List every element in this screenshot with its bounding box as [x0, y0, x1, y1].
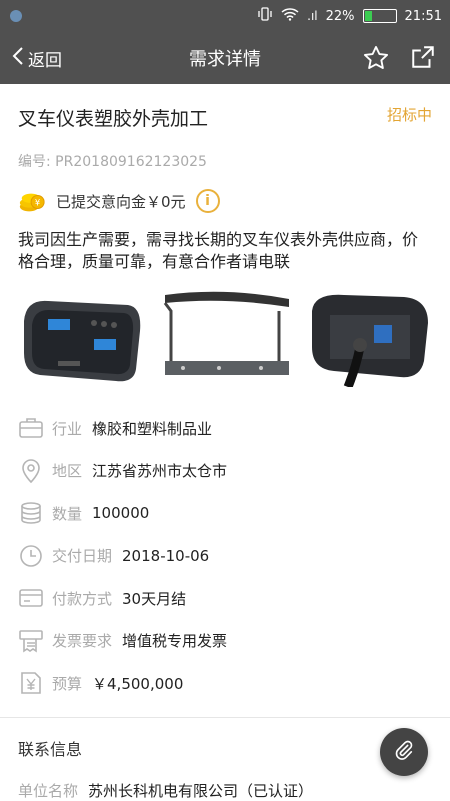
detail-label: 地区 [52, 462, 83, 481]
invoice-icon [18, 628, 44, 654]
description: 我司因生产需要，需寻找长期的叉车仪表外壳供应商，价格合理，质量可靠，有意合作者请… [18, 230, 419, 271]
status-right: .ıl 22% 21:51 [257, 6, 442, 26]
photo-gallery [18, 291, 432, 387]
code-label: 编号: [18, 154, 51, 170]
status-bar: .ıl 22% 21:51 [0, 0, 450, 32]
detail-value: 100000 [92, 504, 150, 523]
detail-value: 橡胶和塑料制品业 [92, 419, 213, 438]
code-line: 编号: PR201809162123025 [18, 151, 432, 171]
requirement-title: 叉车仪表塑胶外壳加工 [18, 108, 209, 130]
battery-percent: 22% [325, 8, 355, 24]
database-icon [18, 500, 44, 526]
title-row: 叉车仪表塑胶外壳加工 招标中 [18, 84, 432, 131]
clock-icon [18, 543, 44, 569]
detail-value: 增值税专用发票 [122, 632, 228, 651]
detail-label: 付款方式 [52, 589, 113, 608]
main-content: 叉车仪表塑胶外壳加工 招标中 编号: PR201809162123025 ¥ 已… [0, 84, 450, 705]
status-badge: 招标中 [386, 106, 432, 124]
detail-label: 行业 [52, 419, 83, 438]
info-icon[interactable]: i [195, 189, 220, 213]
detail-value: 江苏省苏州市太仓市 [92, 462, 228, 481]
star-icon[interactable] [362, 44, 390, 72]
back-label: 返回 [28, 50, 62, 71]
coin-icon: ¥ [18, 189, 46, 213]
code-value: PR201809162123025 [55, 154, 207, 170]
company-value: 苏州长科机电有限公司（已认证） [88, 781, 314, 800]
nav-actions [362, 44, 450, 72]
detail-row-industry: 行业 橡胶和塑料制品业 [18, 407, 432, 450]
detail-value: 2018-10-06 [122, 546, 210, 565]
product-photo-2[interactable] [161, 291, 289, 387]
detail-label: 数量 [52, 504, 83, 523]
svg-text:¥: ¥ [35, 198, 40, 208]
detail-row-invoice: 发票要求 增值税专用发票 [18, 620, 432, 663]
back-button[interactable]: 返回 [0, 46, 62, 71]
deposit-text: 已提交意向金￥0元 [56, 192, 186, 211]
share-icon[interactable] [410, 44, 436, 72]
product-photo-3[interactable] [304, 291, 432, 387]
detail-row-region: 地区 江苏省苏州市太仓市 [18, 450, 432, 493]
detail-label: 预算 [52, 674, 83, 693]
detail-row-payment: 付款方式 30天月结 [18, 577, 432, 620]
credit-card-icon [18, 585, 44, 611]
detail-row-delivery: 交付日期 2018-10-06 [18, 535, 432, 578]
detail-label: 发票要求 [52, 632, 113, 651]
budget-icon [18, 670, 44, 696]
paperclip-icon [393, 739, 415, 765]
details-list: 行业 橡胶和塑料制品业 地区 江苏省苏州市太仓市 数量 100000 交付日期 … [18, 407, 432, 705]
battery-fill [364, 11, 372, 21]
contact-section-title: 联系信息 [18, 739, 83, 759]
company-label: 单位名称 [18, 781, 79, 800]
notification-app-icon [10, 10, 22, 22]
wifi-icon [281, 7, 299, 25]
detail-row-quantity: 数量 100000 [18, 492, 432, 535]
clock-time: 21:51 [404, 8, 442, 24]
status-left [10, 10, 22, 22]
detail-label: 交付日期 [52, 547, 113, 566]
attachment-button[interactable] [380, 728, 428, 776]
detail-value: 30天月结 [122, 589, 187, 608]
company-row: 单位名称 苏州长科机电有限公司（已认证） [18, 780, 432, 801]
signal-icon: .ıl [307, 9, 318, 23]
detail-value: ￥4,500,000 [92, 674, 184, 693]
detail-row-budget: 预算 ￥4,500,000 [18, 662, 432, 705]
nav-bar: 返回 需求详情 [0, 32, 450, 84]
briefcase-icon [18, 415, 44, 441]
battery-icon [362, 9, 397, 23]
vibrate-icon [257, 6, 273, 26]
chevron-left-icon [12, 46, 24, 71]
deposit-row: ¥ 已提交意向金￥0元 i [18, 189, 432, 213]
location-pin-icon [18, 458, 44, 484]
product-photo-1[interactable] [18, 291, 146, 387]
